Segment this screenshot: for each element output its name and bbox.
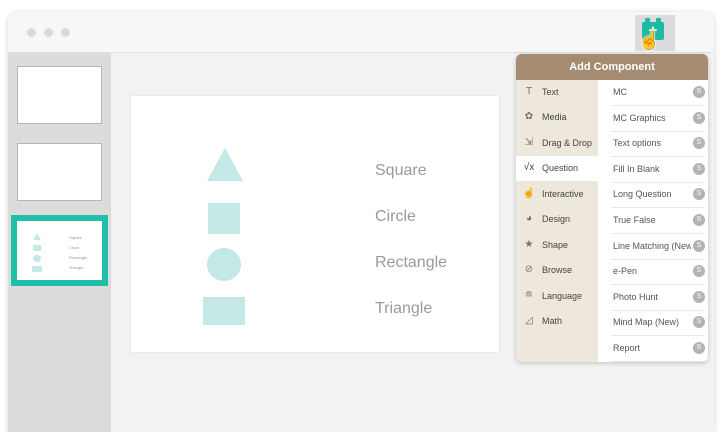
add-component-panel: Add Component T Text ✿ Media ⇲ Drag & Drop …	[516, 54, 708, 362]
media-icon: ✿	[524, 111, 534, 122]
category-label: Design	[542, 214, 571, 224]
mini-label: Square	[69, 235, 82, 240]
triangle-shape[interactable]	[207, 148, 243, 181]
drag-drop-icon: ⇲	[524, 137, 534, 148]
badge-icon: S	[693, 188, 705, 201]
mini-square	[33, 245, 41, 251]
badge-icon: S	[693, 316, 705, 329]
category-label: Drag & Drop	[542, 138, 593, 148]
square-shape[interactable]	[208, 203, 240, 234]
component-label: MC	[613, 87, 627, 97]
mini-label: Rectangle	[69, 255, 88, 260]
slide-text-label[interactable]: Circle	[375, 208, 416, 226]
interactive-icon: ☝	[522, 188, 536, 199]
component-item[interactable]: Fill In Blank S	[611, 157, 705, 183]
component-item[interactable]: e-Pen S	[611, 259, 705, 286]
category-browse[interactable]: ⊘ Browse	[516, 258, 598, 283]
star-icon: ★	[524, 239, 534, 250]
category-language[interactable]: ≘ Language	[516, 284, 598, 309]
category-label: Language	[542, 291, 583, 301]
mini-label: Triangle	[69, 265, 84, 270]
category-label: Text	[542, 87, 559, 97]
window-dot-close[interactable]	[27, 28, 36, 37]
component-label: MC Graphics	[613, 112, 666, 123]
category-interactive[interactable]: ☝ Interactive	[516, 182, 598, 207]
panel-title: Add Component	[516, 54, 708, 80]
category-math[interactable]: ◿ Math	[516, 309, 598, 334]
badge-icon: S	[693, 214, 705, 226]
browse-icon: ⊘	[524, 264, 534, 275]
title-bar: +	[8, 12, 714, 53]
component-label: e-Pen	[613, 266, 638, 277]
badge-icon: S	[693, 111, 705, 124]
component-item[interactable]: Mind Map (New) S	[611, 310, 705, 337]
mini-triangle	[33, 233, 41, 240]
badge-icon: S	[693, 162, 705, 175]
badge-icon: S	[693, 137, 705, 150]
component-label: Long Question	[613, 189, 672, 200]
category-text[interactable]: T Text	[516, 80, 598, 105]
mini-circle	[33, 255, 41, 262]
palette-icon: ◕	[525, 213, 533, 224]
category-drag-drop[interactable]: ⇲ Drag & Drop	[516, 131, 598, 156]
component-label: Mind Map (New)	[613, 317, 680, 328]
component-label: Report	[613, 343, 641, 353]
category-question[interactable]: √x Question	[516, 156, 598, 181]
slide-sidebar: Square Circle Rectangle Triangle	[8, 53, 111, 432]
category-design[interactable]: ◕ Design	[516, 207, 598, 232]
math-icon: ◿	[525, 315, 533, 326]
category-shape[interactable]: ★ Shape	[516, 233, 598, 258]
badge-icon: S	[693, 342, 705, 354]
component-item[interactable]: Report S	[611, 336, 705, 362]
component-label: True False	[613, 215, 656, 225]
circle-shape[interactable]	[207, 248, 241, 281]
component-item[interactable]: True False S	[611, 208, 705, 234]
badge-icon: S	[693, 290, 705, 303]
category-media[interactable]: ✿ Media	[516, 105, 598, 130]
component-label: Line Matching (New)	[613, 240, 691, 251]
component-label: Fill In Blank	[613, 163, 660, 174]
component-label: Photo Hunt	[613, 291, 659, 302]
component-item[interactable]: Line Matching (New) S	[611, 234, 705, 260]
language-icon: ≘	[524, 290, 534, 301]
slide-canvas[interactable]: Square Circle Rectangle Triangle	[131, 96, 499, 352]
mini-label: Circle	[69, 245, 80, 250]
category-label: Interactive	[542, 189, 584, 199]
rectangle-shape[interactable]	[203, 297, 245, 325]
category-label: Question	[542, 163, 579, 173]
mini-rectangle	[32, 266, 42, 272]
category-label: Browse	[542, 265, 573, 275]
component-label: Text options	[613, 138, 662, 149]
badge-icon: S	[693, 265, 705, 278]
slide-thumbnail-2[interactable]	[17, 143, 102, 201]
category-label: Shape	[542, 240, 569, 250]
badge-icon: S	[693, 239, 705, 252]
window-dot-minimize[interactable]	[44, 28, 53, 37]
component-list: MC S MC Graphics S Text options S Fill In B…	[598, 80, 708, 362]
slide-thumbnail-3-selected[interactable]: Square Circle Rectangle Triangle	[11, 215, 108, 286]
slide-text-label[interactable]: Square	[375, 162, 427, 180]
component-item[interactable]: Long Question S	[611, 182, 705, 209]
category-label: Media	[542, 112, 567, 122]
component-item[interactable]: MC S	[611, 80, 705, 106]
component-item[interactable]: MC Graphics S	[611, 106, 705, 132]
slide-thumbnail-1[interactable]	[17, 66, 102, 124]
slide-text-label[interactable]: Rectangle	[375, 254, 447, 272]
text-icon: T	[525, 86, 533, 97]
category-label: Math	[542, 316, 563, 326]
slide-text-label[interactable]: Triangle	[375, 300, 432, 318]
component-item[interactable]: Photo Hunt S	[611, 285, 705, 311]
question-icon: √x	[523, 162, 535, 173]
hand-cursor-icon: ☝	[638, 30, 661, 50]
window-dot-maximize[interactable]	[61, 28, 70, 37]
badge-icon: S	[693, 86, 705, 98]
component-item[interactable]: Text options S	[611, 131, 705, 158]
